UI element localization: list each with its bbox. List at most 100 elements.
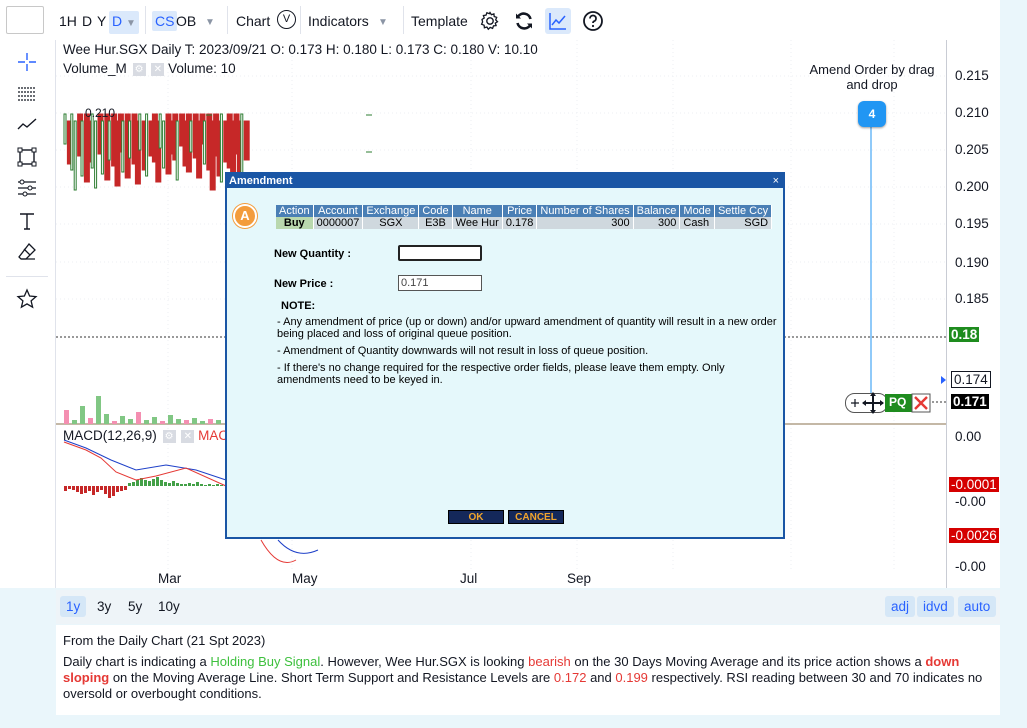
- volume-bar: [112, 421, 117, 424]
- chevron-down-icon[interactable]: ▼: [378, 14, 388, 32]
- macd-histogram-bar: [64, 486, 67, 491]
- chart-line-icon[interactable]: [545, 8, 571, 34]
- rectangle-icon[interactable]: [16, 146, 38, 168]
- volume-bar: [80, 406, 85, 424]
- x-axis-label: May: [292, 571, 318, 586]
- interval-1h[interactable]: 1H: [59, 12, 77, 30]
- range-10y[interactable]: 10y: [158, 599, 180, 614]
- indicators-button[interactable]: Indicators: [308, 12, 369, 30]
- price-axis[interactable]: 0.215 0.210 0.205 0.200 0.195 0.190 0.18…: [946, 40, 1000, 588]
- candle: [158, 113, 162, 149]
- fib-lines-icon[interactable]: [16, 83, 38, 105]
- last-price-badge: 0.18: [949, 327, 980, 342]
- interval-dropdown[interactable]: D ▼: [109, 11, 139, 34]
- account-cell: 0000007: [313, 217, 364, 229]
- pitchfork-icon[interactable]: [16, 177, 38, 199]
- candle: [100, 120, 104, 175]
- ob-button[interactable]: OB: [176, 12, 196, 30]
- cancel-button[interactable]: CANCEL: [508, 510, 564, 524]
- star-icon[interactable]: [16, 288, 38, 310]
- interval-y[interactable]: Y: [97, 12, 106, 30]
- crosshair-icon[interactable]: [16, 51, 38, 73]
- macd-histogram-bar: [132, 482, 135, 486]
- column-header: Account: [313, 205, 364, 217]
- column-header: Balance: [633, 205, 681, 217]
- candle: [107, 120, 111, 161]
- cs-button[interactable]: CS: [152, 11, 178, 31]
- shares-cell: 300: [536, 217, 634, 229]
- x-axis-label: Jul: [460, 571, 478, 586]
- symbol-search-box[interactable]: [6, 6, 44, 34]
- new-quantity-input[interactable]: [398, 245, 482, 261]
- chevron-down-icon: ▼: [126, 18, 136, 29]
- macd-histogram-bar: [196, 482, 199, 486]
- note-item: - Any amendment of price (up or down) an…: [277, 316, 777, 340]
- idvd-toggle[interactable]: idvd: [917, 596, 954, 617]
- template-button[interactable]: Template: [411, 12, 468, 30]
- candle: [219, 113, 223, 183]
- x-axis-label: Mar: [158, 571, 182, 586]
- macd-histogram-bar: [124, 486, 127, 490]
- toolbar-divider: [145, 6, 146, 34]
- macd-histogram-bar: [212, 485, 215, 486]
- candle: [189, 120, 193, 153]
- close-icon[interactable]: ✕: [151, 62, 165, 76]
- note-item: - Amendment of Quantity downwards will n…: [277, 345, 649, 357]
- help-icon[interactable]: [582, 10, 604, 32]
- app-logo-icon: A: [233, 204, 257, 228]
- trend-line-icon[interactable]: [16, 113, 38, 135]
- macd-histogram-bar: [164, 482, 167, 486]
- macd-legend: MACD(12,26,9) ⚙ ✕ MAC: [63, 428, 228, 443]
- volume-bar: [184, 420, 189, 424]
- commentary-text: on the Moving Average Line. Short Term S…: [109, 670, 554, 685]
- volume-bar: [192, 418, 197, 424]
- ok-button[interactable]: OK: [448, 510, 504, 524]
- settings-icon[interactable]: ⚙: [162, 429, 176, 443]
- adj-toggle[interactable]: adj: [885, 596, 916, 617]
- chart-version-icon[interactable]: V: [277, 10, 296, 29]
- commentary-text: Daily chart is indicating a: [63, 654, 211, 669]
- gear-icon[interactable]: [479, 10, 501, 32]
- dialog-title[interactable]: Amendment: [227, 174, 783, 188]
- macd-signal-line: [63, 439, 227, 481]
- macd-tick: -0.00: [955, 559, 986, 574]
- candle: [80, 120, 84, 177]
- close-icon[interactable]: ×: [773, 174, 779, 188]
- macd-histogram-bar: [100, 486, 103, 490]
- resistance-level: 0.199: [615, 670, 648, 685]
- close-icon[interactable]: ✕: [181, 429, 195, 443]
- commentary-heading: From the Daily Chart (21 Spt 2023): [63, 633, 266, 648]
- order-price-badge: 0.171: [951, 394, 989, 409]
- price-tick: 0.200: [955, 179, 989, 194]
- macd-series-label: MAC: [198, 428, 229, 443]
- eraser-icon[interactable]: [16, 241, 38, 263]
- order-tag-label: PQ: [889, 395, 907, 409]
- interval-d[interactable]: D: [82, 12, 92, 30]
- range-5y[interactable]: 5y: [128, 599, 142, 614]
- range-3y[interactable]: 3y: [97, 599, 111, 614]
- order-count-badge[interactable]: 4: [858, 101, 886, 127]
- candle: [128, 120, 132, 159]
- new-price-input[interactable]: 0.171: [398, 275, 482, 291]
- draggable-order-tag[interactable]: PQ: [845, 392, 931, 414]
- column-header: Action: [276, 205, 314, 217]
- volume-bar: [96, 396, 101, 424]
- tool-divider: [6, 276, 48, 277]
- price-tick: 0.190: [955, 255, 989, 270]
- volume-bar: [88, 418, 93, 424]
- settings-icon[interactable]: ⚙: [132, 62, 146, 76]
- refresh-icon[interactable]: [513, 10, 535, 32]
- range-1y[interactable]: 1y: [60, 596, 87, 617]
- macd-histogram-bar: [168, 483, 171, 486]
- volume-bar: [120, 416, 125, 424]
- chevron-down-icon[interactable]: ▼: [205, 14, 215, 32]
- support-level: 0.172: [553, 670, 587, 685]
- price-tick: 0.210: [955, 105, 989, 120]
- signal-text: Holding Buy Signal: [210, 654, 321, 669]
- column-header: Number of Shares: [536, 205, 634, 217]
- chart-type-button[interactable]: Chart: [236, 12, 270, 30]
- macd-indicator-name: MACD(12,26,9): [63, 428, 157, 443]
- volume-bar: [208, 419, 213, 424]
- auto-scale-toggle[interactable]: auto: [958, 596, 997, 617]
- text-tool-icon[interactable]: [16, 210, 38, 232]
